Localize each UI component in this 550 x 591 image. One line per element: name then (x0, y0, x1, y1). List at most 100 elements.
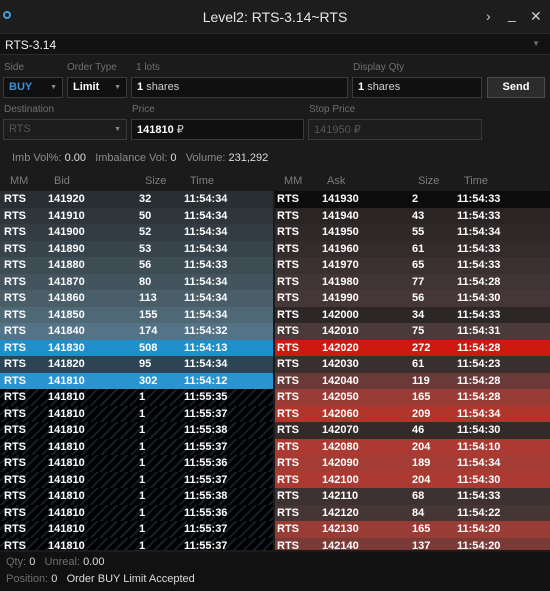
display-qty-input[interactable]: 1 shares (352, 77, 482, 98)
book-row[interactable]: RTS 141810 1 11:55:37 (0, 537, 273, 551)
book-row[interactable]: RTS 142000 34 11:54:33 (275, 306, 550, 323)
book-row[interactable]: RTS 141950 55 11:54:34 (275, 224, 550, 241)
send-button[interactable]: Send (487, 77, 545, 98)
time-cell: 11:54:30 (457, 473, 501, 486)
column-header-time[interactable]: Time (190, 175, 214, 187)
book-row[interactable]: RTS 141920 32 11:54:34 (0, 191, 273, 208)
mm-cell: RTS (4, 242, 26, 255)
close-icon[interactable]: ✕ (530, 8, 542, 25)
book-row[interactable]: RTS 142020 272 11:54:28 (275, 339, 550, 356)
book-row[interactable]: RTS 142120 84 11:54:22 (275, 504, 550, 521)
book-row[interactable]: RTS 142010 75 11:54:31 (275, 323, 550, 340)
column-header-mm[interactable]: MM (284, 175, 302, 187)
book-row[interactable]: RTS 141880 56 11:54:33 (0, 257, 273, 274)
mm-cell: RTS (277, 358, 299, 370)
price-cell: 141810 (48, 473, 85, 486)
book-row[interactable]: RTS 141810 1 11:55:35 (0, 389, 273, 406)
minimize-icon[interactable]: _ (508, 6, 516, 22)
book-row[interactable]: RTS 142110 68 11:54:33 (275, 488, 550, 505)
column-header-ask[interactable]: Ask (327, 175, 345, 187)
book-row[interactable]: RTS 141960 61 11:54:33 (275, 240, 550, 257)
book-row[interactable]: RTS 142030 61 11:54:23 (275, 356, 550, 373)
mm-cell: RTS (277, 539, 299, 551)
size-cell: 508 (139, 341, 158, 354)
book-row[interactable]: RTS 141840 174 11:54:32 (0, 323, 273, 340)
order-type-select[interactable]: Limit ▼ (67, 77, 127, 98)
book-row[interactable]: RTS 141810 1 11:55:38 (0, 422, 273, 439)
book-row[interactable]: RTS 142070 46 11:54:30 (275, 422, 550, 439)
book-row[interactable]: RTS 142060 209 11:54:34 (275, 405, 550, 422)
book-row[interactable]: RTS 141980 77 11:54:28 (275, 273, 550, 290)
price-cell: 141830 (48, 341, 85, 354)
unreal-value: 0.00 (83, 556, 105, 568)
destination-select[interactable]: RTS ▼ (3, 119, 127, 140)
column-header-bid[interactable]: Bid (54, 175, 70, 187)
book-row[interactable]: RTS 142050 165 11:54:28 (275, 389, 550, 406)
mm-cell: RTS (4, 341, 26, 354)
book-row[interactable]: RTS 141890 53 11:54:34 (0, 240, 273, 257)
book-row[interactable]: RTS 141850 155 11:54:34 (0, 306, 273, 323)
book-row[interactable]: RTS 141900 52 11:54:34 (0, 224, 273, 241)
qty-label: Qty: (6, 556, 27, 568)
lots-label: 1 lots (136, 62, 160, 73)
book-row[interactable]: RTS 142140 137 11:54:20 (275, 537, 550, 551)
book-row[interactable]: RTS 141830 508 11:54:13 (0, 339, 273, 356)
price-cell: 141810 (48, 457, 85, 469)
quantity-input[interactable]: 1 shares (131, 77, 348, 98)
size-cell: 204 (412, 440, 431, 453)
size-cell: 113 (139, 292, 157, 304)
footer-line-1: Qty: 0 Unreal: 0.00 (6, 556, 104, 568)
mm-cell: RTS (4, 539, 26, 551)
chevron-down-icon: ▼ (50, 84, 57, 91)
mm-cell: RTS (277, 193, 299, 205)
book-row[interactable]: RTS 142040 119 11:54:28 (275, 372, 550, 389)
ask-rows: RTS 141930 2 11:54:33 RTS 141940 43 11:54:33 RTS… (275, 191, 550, 550)
expand-icon[interactable]: › (486, 8, 491, 24)
book-row[interactable]: RTS 141810 1 11:55:37 (0, 471, 273, 488)
mm-cell: RTS (4, 292, 26, 304)
column-header-size[interactable]: Size (418, 175, 439, 187)
time-cell: 11:54:34 (184, 292, 228, 304)
volume-label: Volume: (185, 152, 226, 164)
mm-cell: RTS (277, 523, 299, 535)
book-row[interactable]: RTS 141810 302 11:54:12 (0, 372, 273, 389)
time-cell: 11:54:28 (457, 374, 501, 387)
book-row[interactable]: RTS 141810 1 11:55:37 (0, 521, 273, 538)
book-row[interactable]: RTS 141870 80 11:54:34 (0, 273, 273, 290)
symbol-selector[interactable]: RTS-3.14 ▼ (0, 33, 550, 55)
price-cell: 141810 (48, 523, 85, 535)
column-header-mm[interactable]: MM (10, 175, 28, 187)
book-row[interactable]: RTS 141970 65 11:54:33 (275, 257, 550, 274)
column-header-size[interactable]: Size (145, 175, 166, 187)
side-select[interactable]: BUY ▼ (3, 77, 63, 98)
book-row[interactable]: RTS 141810 1 11:55:38 (0, 488, 273, 505)
book-row[interactable]: RTS 141820 95 11:54:34 (0, 356, 273, 373)
book-row[interactable]: RTS 141810 1 11:55:37 (0, 405, 273, 422)
volume-value: 231,292 (228, 152, 269, 164)
book-row[interactable]: RTS 142130 165 11:54:20 (275, 521, 550, 538)
mm-cell: RTS (277, 226, 299, 238)
mm-cell: RTS (4, 358, 26, 370)
stop-price-label: Stop Price (309, 104, 356, 115)
order-type-value: Limit (73, 81, 100, 93)
book-row[interactable]: RTS 142090 189 11:54:34 (275, 455, 550, 472)
book-row[interactable]: RTS 142100 204 11:54:30 (275, 471, 550, 488)
book-row[interactable]: RTS 141910 50 11:54:34 (0, 207, 273, 224)
book-row[interactable]: RTS 141810 1 11:55:37 (0, 438, 273, 455)
book-row[interactable]: RTS 141990 56 11:54:30 (275, 290, 550, 307)
time-cell: 11:54:34 (457, 407, 501, 420)
book-row[interactable]: RTS 141860 113 11:54:34 (0, 290, 273, 307)
price-input[interactable]: 141810 ₽ (131, 119, 304, 140)
book-row[interactable]: RTS 142080 204 11:54:10 (275, 438, 550, 455)
column-header-time[interactable]: Time (464, 175, 488, 187)
book-row[interactable]: RTS 141810 1 11:55:36 (0, 455, 273, 472)
stop-price-input[interactable]: 141950 ₽ (308, 119, 482, 140)
size-cell: 1 (139, 523, 146, 535)
time-cell: 11:55:36 (184, 506, 228, 519)
book-row[interactable]: RTS 141930 2 11:54:33 (275, 191, 550, 208)
book-row[interactable]: RTS 141940 43 11:54:33 (275, 207, 550, 224)
book-row[interactable]: RTS 141810 1 11:55:36 (0, 504, 273, 521)
bid-book-header: MM Bid Size Time (0, 172, 273, 191)
quantity-unit: shares (146, 81, 180, 93)
price-cell: 142060 (322, 407, 359, 420)
